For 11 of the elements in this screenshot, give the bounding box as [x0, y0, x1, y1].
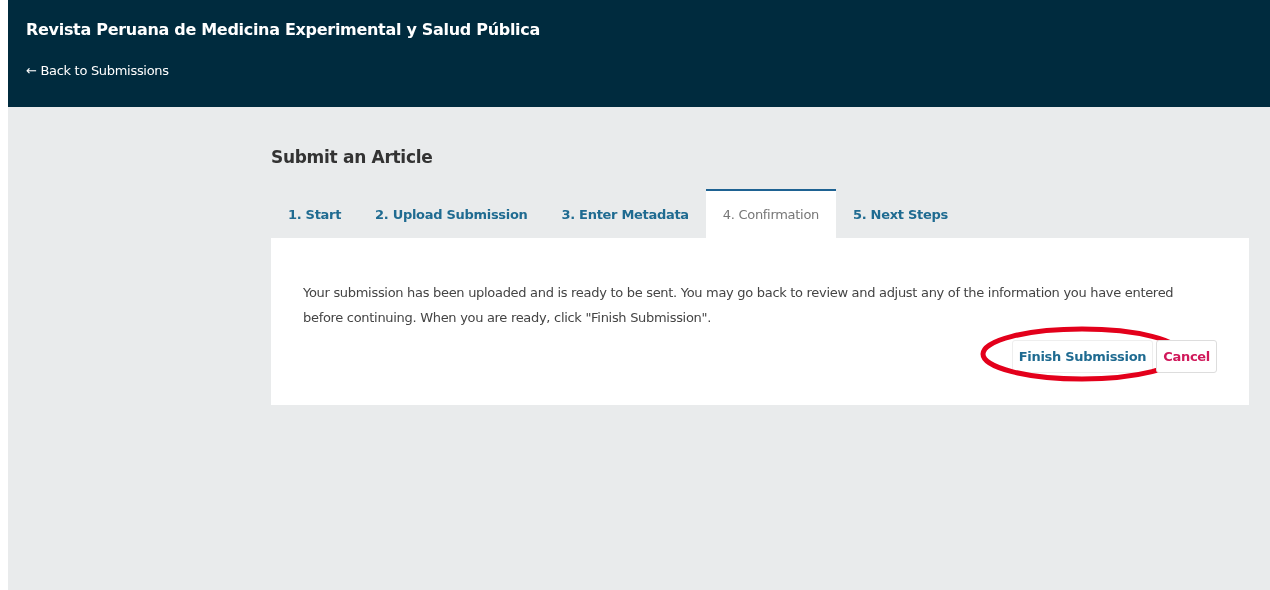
- step-tab[interactable]: 2. Upload Submission: [358, 189, 545, 238]
- step-tab[interactable]: 3. Enter Metadata: [544, 189, 706, 238]
- finish-button[interactable]: Finish Submission: [1011, 340, 1154, 373]
- cancel-button[interactable]: Cancel: [1156, 340, 1217, 373]
- step-tab[interactable]: 5. Next Steps: [836, 189, 965, 238]
- confirmation-message: Your submission has been uploaded and is ready to be sent. You may go back to review and adjust any of the information you have entered before continuing. When you are ready, click "Finish Submission".: [303, 284, 1175, 327]
- back-link[interactable]: ← Back to Submissions: [26, 63, 169, 78]
- step-tab[interactable]: 1. Start: [271, 189, 359, 238]
- page-title: Submit an Article: [271, 147, 434, 167]
- journal-title: Revista Peruana de Medicina Experimental y Salud Pública: [26, 20, 541, 39]
- step-tab[interactable]: 4. Confirmation: [705, 189, 836, 238]
